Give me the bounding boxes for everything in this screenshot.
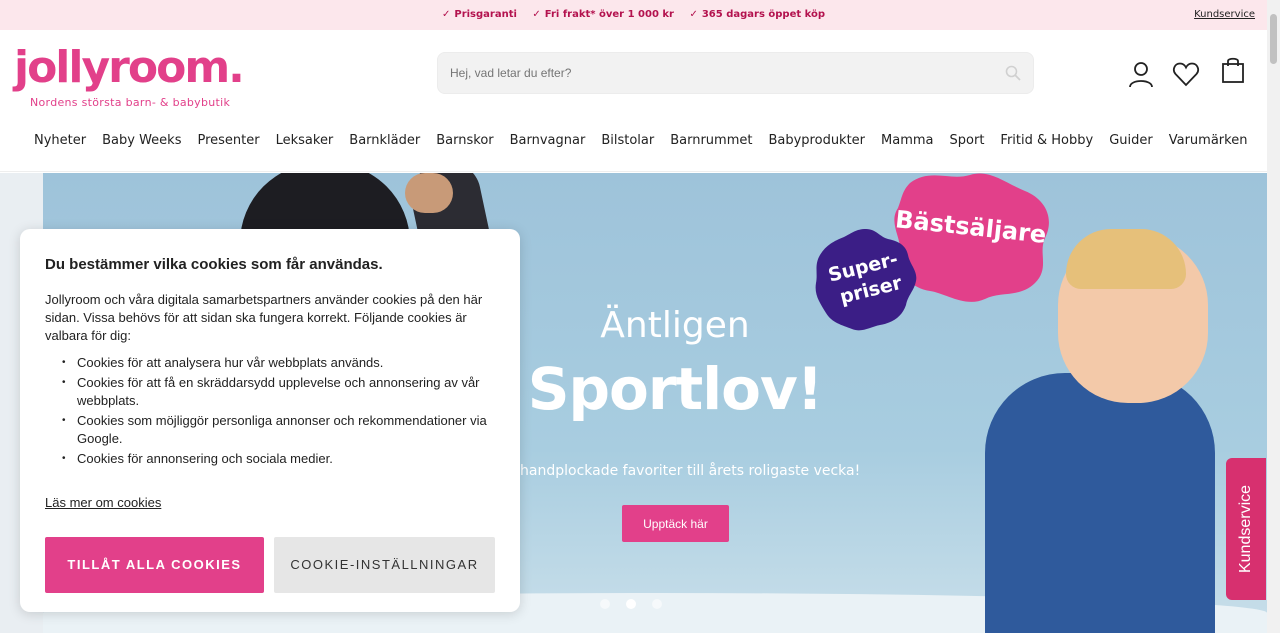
check-icon: ✓ [441,9,451,20]
cookie-dialog-title: Du bestämmer vilka cookies som får använ… [45,256,383,273]
page-scrollbar[interactable] [1267,0,1280,633]
usp-label: Prisgaranti [454,9,517,20]
bag-icon[interactable] [1219,56,1247,84]
carousel-dot-active[interactable] [626,599,636,609]
heart-icon[interactable] [1172,60,1200,88]
nav-item-mamma[interactable]: Mamma [873,133,941,148]
usp-label: Fri frakt* över 1 000 kr [544,9,674,20]
usp-item: ✓ Fri frakt* över 1 000 kr [532,9,674,20]
nav-item-barnvagnar[interactable]: Barnvagnar [502,133,594,148]
nav-item-fritid-hobby[interactable]: Fritid & Hobby [992,133,1101,148]
usp-list: ✓ Prisgaranti ✓ Fri frakt* över 1 000 kr ✓… [0,9,1267,20]
logo-tagline: Nordens största barn- & babybutik [30,96,231,109]
child-jacket-image [985,373,1215,633]
cookie-purpose-item: Cookies för annonsering och sociala medi… [45,450,505,468]
read-more-cookies-link[interactable]: Läs mer om cookies [45,495,161,510]
nav-item-presenter[interactable]: Presenter [189,133,267,148]
nav-item-sport[interactable]: Sport [942,133,993,148]
cookie-purpose-list: Cookies för att analysera hur vår webbpl… [45,354,505,470]
cookie-consent-dialog: Du bestämmer vilka cookies som får använ… [20,229,520,612]
nav-item-bilstolar[interactable]: Bilstolar [593,133,662,148]
carousel-dots [600,599,662,609]
nav-item-nyheter[interactable]: Nyheter [26,133,94,148]
scrollbar-thumb[interactable] [1270,14,1277,64]
check-icon: ✓ [532,9,541,20]
cookie-purpose-item: Cookies för att analysera hur vår webbpl… [45,354,505,372]
nav-item-barnklader[interactable]: Barnkläder [341,133,428,148]
check-icon: ✓ [689,9,698,20]
usp-label: 365 dagars öppet köp [701,9,826,20]
cookie-dialog-intro: Jollyroom och våra digitala samarbetspar… [45,292,483,343]
allow-all-cookies-button[interactable]: TILLÅT ALLA COOKIES [45,537,264,593]
cookie-purpose-item: Cookies som möjliggör personliga annonse… [45,412,505,448]
carousel-dot[interactable] [600,599,610,609]
nav-item-varumarken[interactable]: Varumärken [1161,133,1256,148]
top-usp-bar: ✓ Prisgaranti ✓ Fri frakt* över 1 000 kr ✓… [0,0,1267,30]
nav-item-babyprodukter[interactable]: Babyprodukter [760,133,873,148]
usp-item: ✓ Prisgaranti [442,9,517,20]
search-icon[interactable] [1005,65,1021,81]
kundservice-side-tab[interactable]: Kundservice [1226,458,1266,600]
kundservice-side-tab-label: Kundservice [1237,484,1254,574]
hero-cta-button[interactable]: Upptäck här [622,505,729,542]
child-hair-image [1066,229,1186,289]
usp-item: ✓ 365 dagars öppet köp [689,9,825,20]
search-input[interactable] [438,53,978,93]
hero-title: Sportlov! [527,355,823,423]
user-icon[interactable] [1127,60,1155,88]
hero-pretitle: Äntligen [600,305,750,346]
nav-item-guider[interactable]: Guider [1101,133,1161,148]
nav-item-baby-weeks[interactable]: Baby Weeks [94,133,189,148]
skier-hand-image [405,173,453,213]
carousel-dot[interactable] [652,599,662,609]
site-header: jollyroom. Nordens största barn- & babyb… [0,30,1267,172]
nav-item-barnrummet[interactable]: Barnrummet [662,133,760,148]
kundservice-link[interactable]: Kundservice [1194,9,1255,20]
nav-item-barnskor[interactable]: Barnskor [428,133,501,148]
search-box[interactable] [437,52,1034,94]
hero-subtitle: ck handplockade favoriter till årets rol… [499,463,861,479]
nav-item-leksaker[interactable]: Leksaker [268,133,342,148]
superpriser-badge: Super- priser [815,229,917,331]
main-navigation: Nyheter Baby Weeks Presenter Leksaker Ba… [26,133,1255,148]
cookie-purpose-item: Cookies för att få en skräddarsydd upple… [45,374,505,410]
cookie-settings-button[interactable]: COOKIE-INSTÄLLNINGAR [274,537,495,593]
jollyroom-logo[interactable]: jollyroom. [14,40,245,96]
